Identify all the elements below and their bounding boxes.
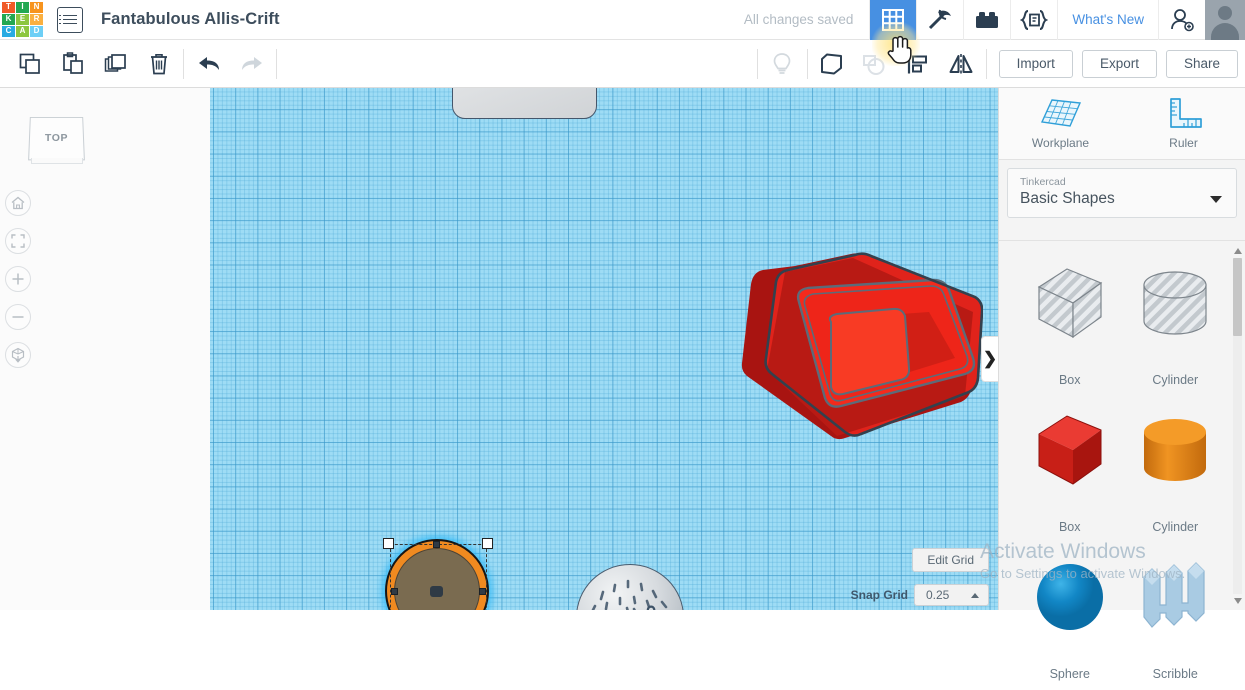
view-cube-label[interactable]: TOP (28, 117, 85, 161)
snap-grid-control[interactable]: Snap Grid 0.25 (851, 584, 989, 606)
edit-toolbar: Import Export Share (0, 40, 1245, 88)
view-cube[interactable]: TOP (25, 112, 90, 167)
panel-scrollbar[interactable] (1233, 246, 1242, 606)
edge-handle-top[interactable] (433, 541, 440, 548)
selection-dash-right (486, 544, 487, 610)
logo-tile-2: N (30, 1, 43, 13)
ruler-tool[interactable]: Ruler (1122, 97, 1245, 150)
redo-icon (230, 41, 273, 87)
snap-grid-label: Snap Grid (850, 588, 908, 602)
toolbar-divider-2 (276, 48, 277, 79)
copy-icon[interactable] (8, 41, 51, 87)
logo-tile-3: K (2, 13, 15, 25)
shape-label: Box (1058, 520, 1081, 534)
shape-label: Sphere (1049, 667, 1090, 681)
panel-collapse-arrow[interactable]: ❯ (981, 336, 998, 382)
toolbar-right-group: Import Export Share (754, 41, 1245, 87)
shape-item-hole-cylinder[interactable]: Cylinder (1123, 249, 1229, 396)
fit-to-view-icon[interactable] (5, 228, 31, 254)
library-owner: Tinkercad (1020, 176, 1066, 188)
resize-handle-tl[interactable] (383, 538, 394, 549)
gray-textured-sphere[interactable] (576, 564, 684, 610)
mirror-icon[interactable] (940, 41, 983, 87)
orange-cylinder-with-hole[interactable] (382, 536, 500, 610)
undo-icon[interactable] (187, 41, 230, 87)
lightbulb-icon (761, 41, 804, 87)
red-hollow-box[interactable] (733, 250, 984, 445)
group-icon[interactable] (811, 41, 854, 87)
page-title: Fantabulous Allis-Crift (101, 10, 280, 28)
workplane-icon (1040, 99, 1081, 127)
panel-tools: Workplane Ruler (999, 88, 1245, 160)
top-bar: T I N K E R C A D Fantabulous Allis-Crif… (0, 0, 1245, 40)
whats-new-link[interactable]: What's New (1057, 0, 1158, 40)
home-view-icon[interactable] (5, 190, 31, 216)
chevron-up-icon (971, 592, 979, 598)
ruler-icon (1169, 98, 1202, 128)
share-button[interactable]: Share (1165, 49, 1238, 78)
shape-item-cylinder[interactable]: Cylinder (1123, 396, 1229, 543)
toolbar-divider-3 (756, 48, 758, 79)
hamburger-list-icon[interactable] (57, 6, 83, 33)
edge-handle-left[interactable] (391, 588, 398, 595)
ruler-label: Ruler (1169, 136, 1198, 150)
logo-tile-6: C (2, 25, 15, 37)
snap-grid-select[interactable]: 0.25 (914, 584, 989, 606)
toolbar-divider-5 (985, 48, 987, 79)
pickaxe-minecraft-icon[interactable] (916, 0, 963, 40)
shapes-panel: Workplane Ruler Tinkercad Basic Shapes B… (998, 88, 1245, 681)
shape-library-dropdown[interactable]: Tinkercad Basic Shapes (1007, 168, 1237, 218)
scroll-down-arrow-icon[interactable] (1234, 598, 1242, 604)
avatar[interactable] (1205, 0, 1245, 40)
shape-grid: Box Cylinder Box Cylinder Sphere Scribbl… (999, 240, 1245, 681)
selection-dash-left (390, 544, 391, 610)
import-button[interactable]: Import (998, 49, 1073, 78)
shape-item-sphere[interactable]: Sphere (1017, 543, 1123, 690)
logo-tile-1: I (16, 1, 29, 13)
chevron-down-icon[interactable] (1210, 196, 1222, 203)
codeblocks-icon[interactable] (1010, 0, 1057, 40)
workplane-tool[interactable]: Workplane (999, 97, 1122, 150)
export-button[interactable]: Export (1081, 49, 1157, 78)
toolbar-divider (183, 48, 184, 79)
shape-item-box[interactable]: Box (1017, 396, 1123, 543)
add-person-icon[interactable] (1158, 0, 1205, 40)
edit-grid-button[interactable]: Edit Grid (912, 548, 989, 572)
library-collection: Basic Shapes (1020, 190, 1115, 207)
save-status: All changes saved (743, 12, 854, 27)
perspective-toggle-icon[interactable] (5, 342, 31, 368)
toolbar-divider-4 (806, 48, 808, 79)
snap-grid-value: 0.25 (926, 588, 950, 602)
gray-rounded-box[interactable] (452, 88, 597, 119)
shape-item-scribble[interactable]: Scribble (1123, 543, 1229, 690)
edge-handle-right[interactable] (479, 588, 486, 595)
logo-tile-8: D (30, 25, 43, 37)
lego-brick-icon[interactable] (963, 0, 1010, 40)
delete-trash-icon[interactable] (137, 41, 180, 87)
shape-label: Box (1058, 373, 1081, 387)
shape-label: Cylinder (1152, 373, 1199, 387)
tinkercad-logo[interactable]: T I N K E R C A D (0, 0, 43, 40)
zoom-out-icon[interactable] (5, 304, 31, 330)
paste-icon[interactable] (51, 41, 94, 87)
duplicate-icon[interactable] (94, 41, 137, 87)
scrollbar-thumb[interactable] (1233, 258, 1242, 336)
logo-tile-0: T (2, 1, 15, 13)
view-cube-base (31, 158, 83, 164)
top-bar-right: All changes saved What's New (728, 0, 1245, 40)
shape-label: Scribble (1152, 667, 1198, 681)
shape-label: Cylinder (1152, 520, 1199, 534)
resize-handle-tr[interactable] (482, 538, 493, 549)
center-move-handle[interactable] (430, 586, 443, 597)
workplane-label: Workplane (1031, 136, 1090, 150)
zoom-in-icon[interactable] (5, 266, 31, 292)
scroll-up-arrow-icon[interactable] (1234, 248, 1242, 254)
logo-tile-4: E (16, 13, 29, 25)
shape-item-hole-box[interactable]: Box (1017, 249, 1123, 396)
logo-tile-7: A (16, 25, 29, 37)
logo-tile-5: R (30, 13, 43, 25)
mouse-cursor (886, 34, 912, 69)
design-viewport[interactable]: TOP Edit Grid Snap Grid 0.25 ❯ (0, 88, 998, 610)
